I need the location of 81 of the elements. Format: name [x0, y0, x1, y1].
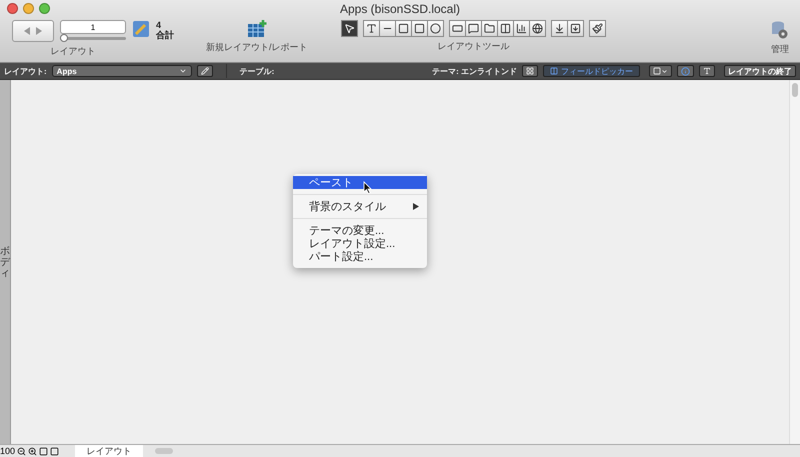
- table-label: テーブル:: [240, 66, 274, 76]
- chevron-icon: [661, 68, 668, 74]
- field-tool-button[interactable]: [448, 20, 466, 37]
- brush-tool-button[interactable]: [588, 20, 606, 37]
- chevron-icon: [178, 67, 187, 75]
- record-slider[interactable]: [60, 37, 126, 40]
- square-icon: [653, 67, 661, 75]
- menu-item[interactable]: 背景のスタイル: [293, 200, 427, 213]
- oval-tool-icon: [430, 23, 441, 34]
- menu-item[interactable]: ペースト: [293, 176, 427, 189]
- web-tool-button[interactable]: [528, 20, 546, 37]
- rect-tool-button[interactable]: [394, 20, 412, 37]
- scroll-thumb[interactable]: [792, 83, 798, 97]
- theme-label: テーマ: エンライトンド: [432, 66, 517, 76]
- zoom-in-icon[interactable]: [28, 446, 38, 456]
- button-tool-button[interactable]: [464, 20, 482, 37]
- zoom-button[interactable]: [39, 3, 50, 14]
- horizontal-scroll-thumb[interactable]: [155, 448, 174, 454]
- record-number-field[interactable]: 1: [60, 20, 126, 34]
- zoom-out-icon[interactable]: [17, 446, 26, 456]
- button-tool-icon: [468, 23, 479, 34]
- record-count-label: 合計: [156, 30, 174, 40]
- info-button[interactable]: [677, 65, 694, 77]
- view-menu-button[interactable]: [649, 65, 672, 77]
- portal-tool-icon: [500, 23, 511, 34]
- minimize-button[interactable]: [23, 3, 34, 14]
- pointer-tool-button[interactable]: [340, 20, 358, 37]
- part-label: ボディ: [0, 246, 10, 278]
- mode-tab[interactable]: レイアウト: [75, 445, 144, 457]
- view-toggle-icon[interactable]: [39, 446, 48, 456]
- insert2-tool-icon: [570, 23, 581, 34]
- field-tool-icon: [452, 23, 463, 34]
- database-gear-icon[interactable]: [770, 20, 790, 40]
- menu-item[interactable]: テーマの変更...: [293, 224, 427, 237]
- layout-tools-label: レイアウトツール: [438, 40, 510, 53]
- line-tool-button[interactable]: [378, 20, 396, 37]
- cursor-icon: [363, 181, 372, 194]
- layout-label: レイアウト:: [4, 66, 47, 76]
- manage-label: 管理: [771, 43, 789, 56]
- rect-tool-icon: [398, 23, 409, 34]
- columns-icon: [550, 67, 558, 75]
- text-tool-icon: [366, 23, 377, 34]
- zoom-level: 100: [0, 446, 16, 456]
- text-icon: [703, 67, 711, 75]
- layout-grid-button[interactable]: [522, 65, 538, 77]
- prev-next-arrows-icon: [24, 27, 42, 35]
- close-button[interactable]: [7, 3, 18, 14]
- edit-button[interactable]: [196, 65, 213, 77]
- pointer-tool-icon: [344, 23, 355, 34]
- tab-tool-button[interactable]: [480, 20, 498, 37]
- menu-item[interactable]: パート設定...: [293, 250, 427, 263]
- record-navigation-book[interactable]: [12, 20, 54, 42]
- pencil-icon: [200, 67, 209, 75]
- new-layout-icon[interactable]: [246, 20, 267, 38]
- insert2-tool-button[interactable]: [566, 20, 584, 37]
- oval-tool-button[interactable]: [426, 20, 444, 37]
- new-layout-label: 新規レイアウト/レポート: [206, 41, 308, 54]
- layout-book-icon: [132, 20, 150, 38]
- font-button[interactable]: [699, 65, 715, 77]
- chart-tool-icon: [516, 23, 527, 34]
- web-tool-icon: [532, 23, 543, 34]
- record-count: 4: [156, 20, 162, 30]
- rounded-tool-icon: [414, 23, 425, 34]
- window-title: Apps (bisonSSD.local): [340, 2, 460, 16]
- field-picker-button[interactable]: フィールドピッカー: [543, 65, 640, 77]
- insert-tool-button[interactable]: [550, 20, 568, 37]
- insert-tool-icon: [554, 23, 565, 34]
- text-tool-button[interactable]: [362, 20, 380, 37]
- brush-tool-icon: [592, 23, 603, 34]
- grid-icon: [526, 67, 534, 75]
- chart-tool-button[interactable]: [512, 20, 530, 37]
- portal-tool-button[interactable]: [496, 20, 514, 37]
- exit-layout-button[interactable]: レイアウトの終了: [724, 65, 796, 77]
- status-area-icon[interactable]: [50, 446, 60, 456]
- layout-select[interactable]: Apps: [52, 65, 192, 77]
- slider-thumb[interactable]: [60, 34, 68, 42]
- rounded-tool-button[interactable]: [410, 20, 428, 37]
- layout-label: レイアウト: [50, 45, 96, 58]
- info-icon: [681, 66, 690, 76]
- menu-item[interactable]: レイアウト設定...: [293, 237, 427, 250]
- tab-tool-icon: [484, 23, 495, 34]
